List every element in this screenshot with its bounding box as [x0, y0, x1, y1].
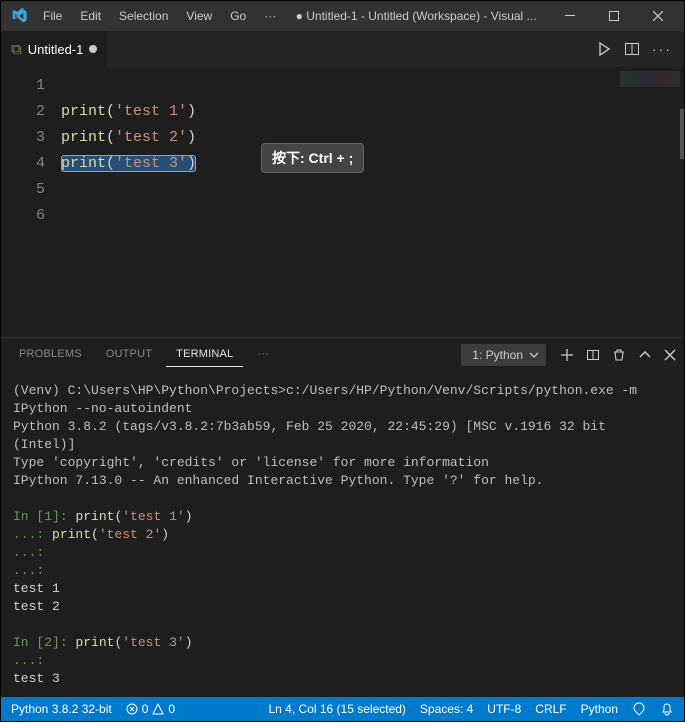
- close-button[interactable]: [636, 1, 680, 31]
- minimap[interactable]: [620, 71, 680, 87]
- line-number: 3: [1, 125, 61, 151]
- line-number: 1: [1, 73, 61, 99]
- line-number: 4: [1, 151, 61, 177]
- menu-edit[interactable]: Edit: [72, 5, 109, 27]
- status-warning-count: 0: [168, 702, 175, 716]
- split-editor-icon[interactable]: [624, 41, 640, 57]
- file-icon: ⧉: [11, 41, 22, 58]
- window-controls: [548, 1, 680, 31]
- terminal-line: ...:: [13, 652, 672, 670]
- menu-file[interactable]: File: [35, 5, 70, 27]
- terminal-line: ...:: [13, 562, 672, 580]
- modified-indicator-icon: [89, 45, 97, 53]
- panel-tab-output[interactable]: OUTPUT: [96, 342, 162, 367]
- terminal-line: Python 3.8.2 (tags/v3.8.2:7b3ab59, Feb 2…: [13, 418, 672, 454]
- code-line[interactable]: [61, 177, 196, 203]
- panel-tab-problems[interactable]: PROBLEMS: [9, 342, 92, 367]
- more-actions-icon[interactable]: ···: [652, 41, 672, 57]
- code-line[interactable]: print('test 3'): [61, 151, 196, 177]
- terminal-line: [13, 688, 672, 697]
- close-panel-icon[interactable]: [664, 349, 676, 361]
- status-eol[interactable]: CRLF: [535, 702, 566, 716]
- terminal-line: test 1: [13, 580, 672, 598]
- terminal-line: (Venv) C:\Users\HP\Python\Projects>c:/Us…: [13, 382, 672, 418]
- status-encoding[interactable]: UTF-8: [487, 702, 521, 716]
- editor-area[interactable]: 123456 print('test 1')print('test 2')pri…: [1, 67, 684, 337]
- status-cursor-position[interactable]: Ln 4, Col 16 (15 selected): [269, 702, 406, 716]
- terminal-line: IPython 7.13.0 -- An enhanced Interactiv…: [13, 472, 672, 490]
- editor-actions: ···: [596, 41, 684, 57]
- error-icon: [126, 703, 138, 715]
- terminal-line: ...:: [13, 544, 672, 562]
- line-number: 5: [1, 177, 61, 203]
- terminal-line: test 2: [13, 598, 672, 616]
- status-bar: Python 3.8.2 32-bit 0 0 Ln 4, Col 16 (15…: [1, 697, 684, 721]
- terminal-selector[interactable]: 1: Python: [461, 344, 546, 366]
- vscode-logo-icon: [11, 7, 29, 25]
- maximize-button[interactable]: [592, 1, 636, 31]
- code-line[interactable]: print('test 2'): [61, 125, 196, 151]
- status-error-count: 0: [142, 702, 149, 716]
- new-terminal-icon[interactable]: [560, 348, 574, 362]
- menu-bar: File Edit Selection View Go ···: [35, 5, 284, 27]
- minimize-button[interactable]: [548, 1, 592, 31]
- code-content[interactable]: print('test 1')print('test 2')print('tes…: [61, 67, 196, 337]
- status-bell-icon[interactable]: [660, 702, 674, 716]
- code-line[interactable]: [61, 73, 196, 99]
- split-terminal-icon[interactable]: [586, 348, 600, 362]
- line-number-gutter: 123456: [1, 67, 61, 337]
- terminal-line: [13, 616, 672, 634]
- terminal-selector-label: 1: Python: [472, 348, 523, 362]
- tab-label: Untitled-1: [28, 42, 84, 57]
- terminal-line: ...: print('test 2'): [13, 526, 672, 544]
- trash-icon[interactable]: [612, 348, 626, 362]
- status-indentation[interactable]: Spaces: 4: [420, 702, 473, 716]
- maximize-panel-icon[interactable]: [638, 348, 652, 362]
- terminal-line: Type 'copyright', 'credits' or 'license'…: [13, 454, 672, 472]
- window-title: ● Untitled-1 - Untitled (Workspace) - Vi…: [284, 9, 548, 23]
- panel-tab-bar: PROBLEMS OUTPUT TERMINAL ··· 1: Python: [1, 338, 684, 372]
- panel-tab-overflow[interactable]: ···: [247, 342, 279, 367]
- line-number: 6: [1, 203, 61, 229]
- scrollbar[interactable]: [680, 109, 684, 159]
- run-icon[interactable]: [596, 41, 612, 57]
- bottom-panel: PROBLEMS OUTPUT TERMINAL ··· 1: Python (…: [1, 337, 684, 697]
- keybinding-tooltip: 按下: Ctrl + ;: [261, 143, 364, 173]
- code-line[interactable]: print('test 1'): [61, 99, 196, 125]
- code-line[interactable]: [61, 203, 196, 229]
- menu-selection[interactable]: Selection: [111, 5, 176, 27]
- terminal-line: test 3: [13, 670, 672, 688]
- panel-tab-terminal[interactable]: TERMINAL: [166, 342, 243, 367]
- terminal-line: In [2]: print('test 3'): [13, 634, 672, 652]
- terminal-line: In [1]: print('test 1'): [13, 508, 672, 526]
- status-feedback-icon[interactable]: [632, 702, 646, 716]
- status-language[interactable]: Python: [581, 702, 618, 716]
- line-number: 2: [1, 99, 61, 125]
- warning-icon: [152, 703, 164, 715]
- tab-untitled-1[interactable]: ⧉ Untitled-1: [1, 31, 108, 67]
- status-python-version[interactable]: Python 3.8.2 32-bit: [11, 702, 112, 716]
- editor-tab-bar: ⧉ Untitled-1 ···: [1, 31, 684, 67]
- terminal-output[interactable]: (Venv) C:\Users\HP\Python\Projects>c:/Us…: [1, 372, 684, 697]
- terminal-line: [13, 490, 672, 508]
- title-bar: File Edit Selection View Go ··· ● Untitl…: [1, 1, 684, 31]
- menu-view[interactable]: View: [178, 5, 220, 27]
- status-problems[interactable]: 0 0: [126, 702, 175, 716]
- menu-overflow[interactable]: ···: [256, 5, 284, 27]
- menu-go[interactable]: Go: [222, 5, 254, 27]
